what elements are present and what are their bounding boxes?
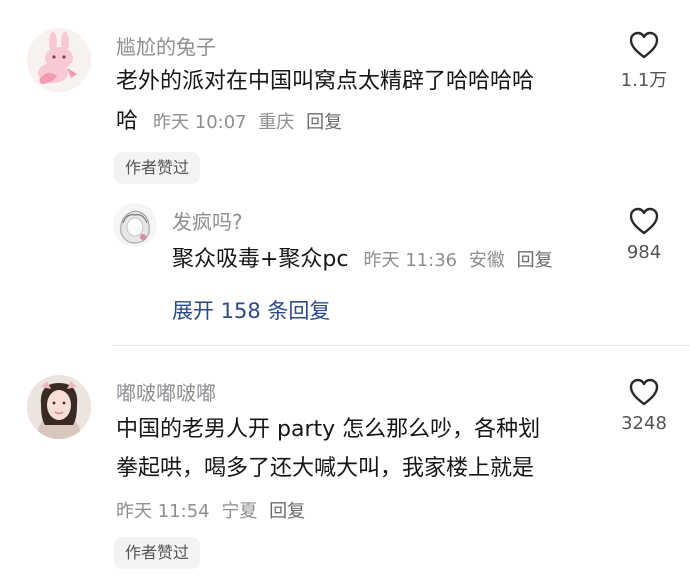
comment-meta: 昨天 10:07 重庆 回复 (153, 112, 342, 133)
avatar-comment-1[interactable] (27, 28, 91, 92)
author-liked-badge: 作者赞过 (114, 537, 201, 569)
divider (112, 345, 690, 346)
like-button[interactable]: 3248 (614, 377, 674, 434)
reply-location: 安徽 (468, 250, 505, 271)
comment-text-tail: 哈 (116, 109, 139, 134)
photo-avatar-icon (27, 375, 91, 439)
comment-time: 昨天 11:54 (116, 501, 210, 522)
like-count: 3248 (621, 413, 667, 434)
like-count: 1.1万 (620, 70, 668, 91)
reply-text-line: 聚众吸毒+聚众pc 昨天 11:36 安徽 回复 (172, 241, 553, 280)
reply-meta: 昨天 11:36 安徽 回复 (364, 250, 553, 271)
avatar-comment-3[interactable] (27, 375, 91, 439)
comment-meta: 昨天 11:54 宁夏 回复 (116, 497, 305, 523)
like-button[interactable]: 984 (614, 206, 674, 263)
sketch-girl-avatar-icon (113, 203, 157, 247)
reply-text: 聚众吸毒+聚众pc (172, 247, 349, 272)
reply-author[interactable]: 发疯吗? (172, 206, 243, 235)
comment-location: 重庆 (258, 112, 295, 133)
comment-author[interactable]: 嘟啵嘟啵嘟 (116, 377, 216, 406)
comment-time: 昨天 10:07 (153, 112, 247, 133)
comment-text-line-2: 拳起哄，喝多了还大喊大叫，我家楼上就是 (116, 456, 535, 481)
reply-button[interactable]: 回复 (269, 501, 305, 522)
expand-replies-link[interactable]: 展开 158 条回复 (172, 295, 330, 325)
comment-location: 宁夏 (221, 501, 258, 522)
pink-bunny-avatar-icon (27, 28, 91, 92)
comment-author[interactable]: 尴尬的兔子 (116, 31, 216, 60)
comment-text-line: 老外的派对在中国叫窝点太精辟了哈哈哈哈 (116, 69, 535, 94)
comment-text-line: 中国的老男人开 party 怎么那么吵，各种划 (116, 417, 541, 442)
comment-text-line-2: 哈 昨天 10:07 重庆 回复 (116, 103, 342, 142)
avatar-reply[interactable] (113, 203, 157, 247)
heart-icon (629, 207, 659, 235)
reply-time: 昨天 11:36 (363, 250, 458, 271)
like-count: 984 (626, 242, 662, 263)
author-liked-badge: 作者赞过 (114, 152, 201, 184)
heart-icon (629, 31, 659, 59)
like-button[interactable]: 1.1万 (614, 30, 674, 92)
reply-button[interactable]: 回复 (517, 250, 553, 271)
reply-button[interactable]: 回复 (306, 112, 342, 133)
heart-icon (629, 378, 659, 406)
